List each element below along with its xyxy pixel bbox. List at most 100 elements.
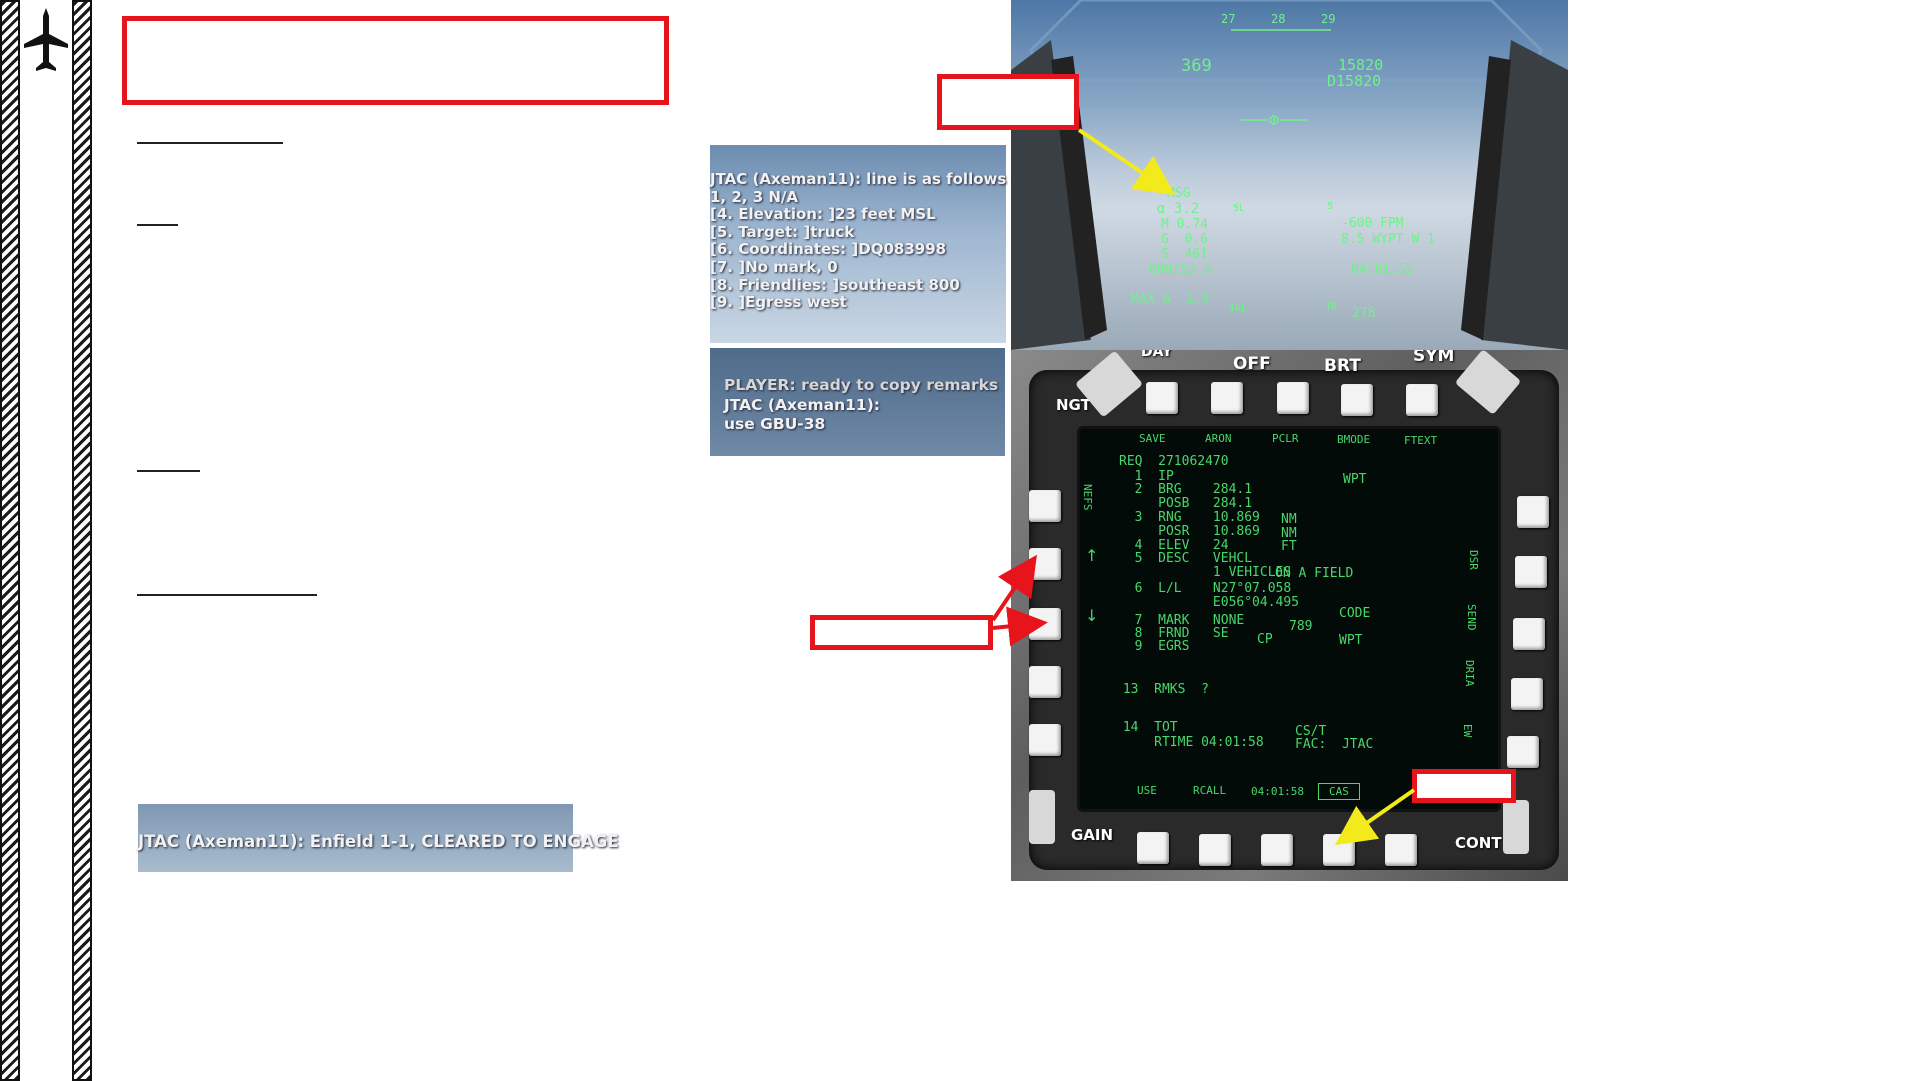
hud-heading-29: 29 xyxy=(1321,12,1336,26)
mfd-row: E056°04.495 xyxy=(1119,595,1300,610)
osb-bottom-4[interactable] xyxy=(1323,834,1355,866)
mfd-ftext-label: FTEXT xyxy=(1404,434,1438,447)
mfd-row: REQ 271062470 xyxy=(1119,454,1229,469)
osb-right-3[interactable] xyxy=(1513,618,1545,650)
mfd-left-callout-box xyxy=(810,615,993,650)
mfd-row: POSB 284.1 xyxy=(1119,496,1253,511)
mfd-wpt2: WPT xyxy=(1339,633,1363,648)
cleared-text: JTAC (Axeman11): Enfield 1-1, CLEARED TO… xyxy=(138,832,619,851)
brief-line: [5. Target: ]truck xyxy=(710,222,855,241)
osb-right-4[interactable] xyxy=(1511,678,1543,710)
osb-right-5[interactable] xyxy=(1507,736,1539,768)
hud-heading-28: 28 xyxy=(1271,12,1286,26)
mfd-tot: 14 TOT xyxy=(1115,720,1178,735)
cont-rocker[interactable] xyxy=(1503,800,1529,854)
title-callout-box xyxy=(122,16,669,105)
mfd-row: 3 RNG 10.869 xyxy=(1119,510,1260,525)
remarks-jtac-line1: JTAC (Axeman11): xyxy=(724,396,880,414)
down-arrow-icon: ↓ xyxy=(1085,606,1099,625)
mfd-aron-label: ARON xyxy=(1205,432,1232,445)
hud-maxg: MAX G 1.9 xyxy=(1131,292,1210,307)
mfd-day-label: DAY xyxy=(1141,350,1173,360)
hud-time: 04:01:55 xyxy=(1351,262,1414,277)
hud-ladder-5r: 5 xyxy=(1327,201,1334,212)
hud-altitude-d: D15820 xyxy=(1327,72,1382,90)
heading-underline-2 xyxy=(137,224,178,226)
mfd-cp: CP xyxy=(1257,632,1273,647)
brief-line: [9. ]Egress west xyxy=(710,293,847,312)
hud-ladder-10l: 10L xyxy=(1229,303,1248,314)
brief-line: [7. ]No mark, 0 xyxy=(710,257,838,276)
airplane-icon xyxy=(22,6,70,76)
remarks-player-line: PLAYER: ready to copy remarks xyxy=(724,376,999,394)
gain-rocker[interactable] xyxy=(1029,790,1055,844)
osb-top-2[interactable] xyxy=(1211,382,1243,414)
mfd-dria-label: DRIA xyxy=(1463,660,1476,687)
brief-line: 1, 2, 3 N/A xyxy=(710,187,799,206)
osb-top-1[interactable] xyxy=(1146,382,1178,414)
brief-line: [8. Friendlies: ]southeast 800 xyxy=(710,275,960,294)
hud-g: G 0.6 xyxy=(1161,232,1208,247)
osb-bottom-5[interactable] xyxy=(1385,834,1417,866)
jtac-brief-panel: JTAC (Axeman11): line is as follows 1, 2… xyxy=(710,145,1006,343)
mfd-use-label: USE xyxy=(1137,784,1157,797)
mfd-wpt1: WPT xyxy=(1343,472,1367,487)
osb-top-5[interactable] xyxy=(1406,384,1438,416)
mfd-bottom-callout-box xyxy=(1412,769,1516,803)
osb-left-4[interactable] xyxy=(1029,666,1061,698)
cleared-banner: JTAC (Axeman11): Enfield 1-1, CLEARED TO… xyxy=(138,804,619,872)
heading-underline-3 xyxy=(137,470,200,472)
osb-left-1[interactable] xyxy=(1029,490,1061,522)
hud-alpha: α 3.2 xyxy=(1157,201,1200,217)
mfd-time-label: 04:01:58 xyxy=(1251,785,1304,798)
mfd-brt-label: BRT xyxy=(1324,356,1361,376)
heading-underline-4 xyxy=(137,594,317,596)
hud-range: 000/53.6 xyxy=(1149,262,1212,277)
mfd-sym-label: SYM xyxy=(1413,350,1455,366)
mfd-ew-label: EW xyxy=(1461,724,1474,738)
hud-airspeed: 369 xyxy=(1181,56,1212,76)
hud-callout-box xyxy=(937,74,1079,130)
osb-left-2[interactable] xyxy=(1029,548,1061,580)
jtac-brief-text: JTAC (Axeman11): line is as follows 1, 2… xyxy=(710,170,1007,312)
mfd-cas-label: CAS xyxy=(1318,783,1360,800)
brief-line: JTAC (Axeman11): line is as follows xyxy=(710,170,1007,188)
mfd-rmks: 13 RMKS ? xyxy=(1115,682,1209,697)
osb-left-5[interactable] xyxy=(1029,724,1061,756)
remarks-jtac-line2: use GBU-38 xyxy=(724,415,826,433)
cockpit-frame xyxy=(1011,0,1568,350)
mfd-off-label: OFF xyxy=(1233,354,1271,374)
osb-top-3[interactable] xyxy=(1277,382,1309,414)
hud-mach: M 0.74 xyxy=(1161,217,1208,232)
osb-top-4[interactable] xyxy=(1341,384,1373,416)
osb-right-2[interactable] xyxy=(1515,556,1547,588)
mfd-send-label: SEND xyxy=(1465,604,1478,631)
hud-wypt: 8.5 WYPT W 1 xyxy=(1341,232,1435,247)
mfd-gain-label: GAIN xyxy=(1071,826,1114,844)
mfd-fac: FAC: JTAC xyxy=(1295,737,1374,752)
hud-ladder-10r: 10 xyxy=(1325,301,1338,312)
mfd-rcall-label: RCALL xyxy=(1193,784,1227,797)
hud-bottom-num: 278 xyxy=(1352,306,1376,321)
brief-line: [4. Elevation: ]23 feet MSL xyxy=(710,205,936,224)
hud-s: S 461 xyxy=(1161,247,1208,262)
mfd-rtime: RTIME 04:01:58 xyxy=(1115,735,1264,750)
mfd-row: POSR 10.869 xyxy=(1119,524,1260,539)
mfd-ft: FT xyxy=(1281,539,1297,554)
mfd-save-label: SAVE xyxy=(1139,432,1166,445)
mfd-row: 5 DESC VEHCL xyxy=(1119,551,1253,566)
hud-heading-27: 27 xyxy=(1221,12,1236,26)
osb-bottom-1[interactable] xyxy=(1137,832,1169,864)
mfd-row: 2 BRG 284.1 xyxy=(1119,482,1253,497)
mfd-row: 1 VEHICLES xyxy=(1119,565,1292,580)
remarks-panel: PLAYER: ready to copy remarks JTAC (Axem… xyxy=(710,348,1005,456)
hud-fpm: -600 FPM xyxy=(1341,216,1404,231)
osb-left-3[interactable] xyxy=(1029,608,1061,640)
mfd-left-side-label: NEFS xyxy=(1081,484,1094,511)
mfd-pclr-label: PCLR xyxy=(1272,432,1299,445)
osb-bottom-2[interactable] xyxy=(1199,834,1231,866)
hud-ladder-5l: 5L xyxy=(1233,203,1246,214)
mfd-9line-rows: REQ 271062470 1 IP 2 BRG 284.1 POSB 284.… xyxy=(1119,454,1299,653)
osb-right-1[interactable] xyxy=(1517,496,1549,528)
osb-bottom-3[interactable] xyxy=(1261,834,1293,866)
